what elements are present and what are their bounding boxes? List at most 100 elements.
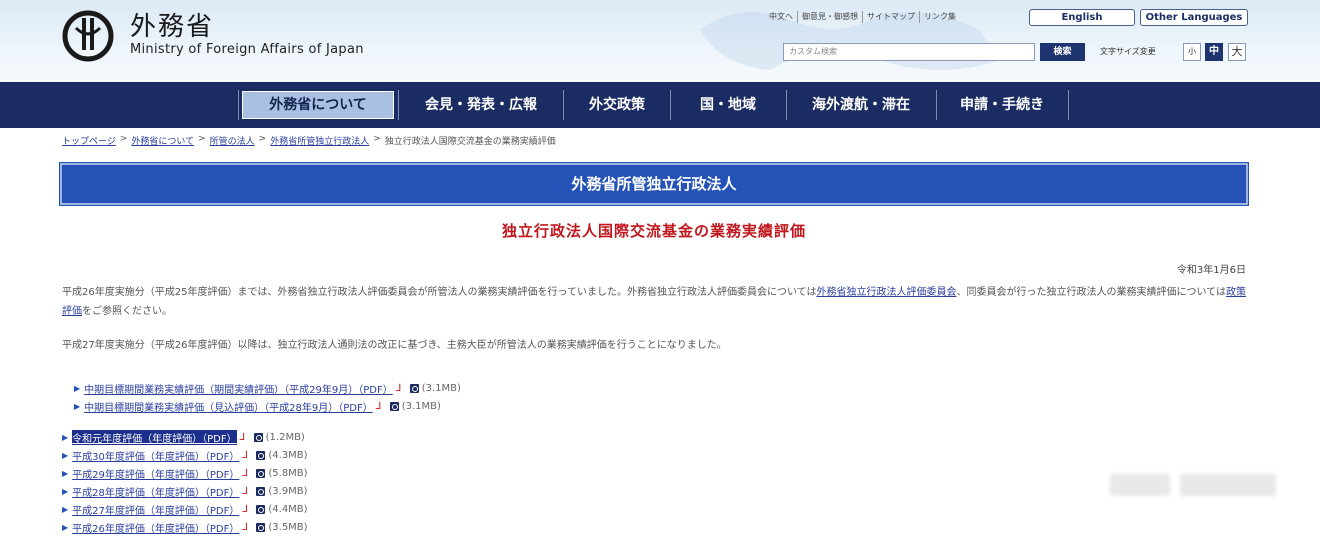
breadcrumb-separator: > (373, 134, 381, 144)
link-feedback[interactable]: 御意見・御感想 (797, 11, 862, 23)
pdf-icon: ⅃ (242, 503, 248, 515)
pdf-icon: ⅃ (242, 467, 248, 479)
english-button[interactable]: English (1029, 9, 1135, 26)
pdf-icon: ⅃ (395, 382, 402, 394)
nav-divider (936, 90, 937, 120)
bullet-icon: ▶ (62, 450, 69, 460)
breadcrumb: トップページ > 外務省について > 所管の法人 > 外務省所管独立行政法人 >… (62, 134, 556, 147)
breadcrumb-top[interactable]: トップページ (62, 134, 116, 147)
list-item: ▶ 平成30年度評価（年度評価）（PDF） ⅃ (4.3MB) (62, 446, 308, 464)
document-link[interactable]: 中期目標期間業務実績評価（期間実績評価）（平成29年9月）（PDF） (84, 381, 393, 396)
document-link[interactable]: 平成27年度評価（年度評価）（PDF） (72, 502, 239, 517)
bullet-icon: ▶ (62, 504, 69, 514)
file-size: (4.4MB) (268, 503, 308, 515)
bullet-icon: ▶ (74, 383, 81, 393)
external-window-icon (409, 383, 419, 393)
watermark-blur (1110, 474, 1170, 496)
breadcrumb-separator: > (198, 134, 206, 144)
nav-divider (670, 90, 671, 120)
global-nav: 外務省について 会見・発表・広報 外交政策 国・地域 海外渡航・滞在 申請・手続… (0, 82, 1320, 128)
nav-item-press[interactable]: 会見・発表・広報 (402, 91, 560, 119)
search-button[interactable]: 検索 (1040, 43, 1085, 61)
other-languages-button[interactable]: Other Languages (1140, 9, 1248, 26)
utility-links: 中文へ 御意見・御感想 サイトマップ リンク集 (765, 11, 960, 23)
font-large-button[interactable]: 大 (1228, 43, 1246, 61)
publish-date: 令和3年1月6日 (1176, 265, 1246, 276)
external-window-icon (389, 401, 399, 411)
file-size: (1.2MB) (265, 431, 305, 443)
search-input[interactable]: カスタム検索 (783, 43, 1035, 61)
breadcrumb-current: 独立行政法人国際交流基金の業務実績評価 (384, 137, 556, 147)
section-title-bar: 外務省所管独立行政法人 (59, 162, 1249, 206)
external-window-icon (253, 432, 263, 442)
intro-text: 平成26年度実施分（平成25年度評価）までは、外務省独立行政法人評価委員会が所管… (62, 287, 817, 298)
nav-item-policy[interactable]: 外交政策 (567, 91, 667, 119)
font-medium-button[interactable]: 中 (1205, 43, 1223, 61)
page-title: 独立行政法人国際交流基金の業務実績評価 (501, 222, 806, 240)
nav-divider (1068, 90, 1069, 120)
document-link[interactable]: 平成28年度評価（年度評価）（PDF） (72, 484, 239, 499)
file-size: (3.9MB) (268, 485, 308, 497)
committee-link[interactable]: 外務省独立行政法人評価委員会 (816, 287, 956, 298)
breadcrumb-independent-agencies[interactable]: 外務省所管独立行政法人 (270, 134, 369, 147)
nav-divider (786, 90, 787, 120)
bullet-icon: ▶ (62, 486, 69, 496)
site-header: 外務省 Ministry of Foreign Affairs of Japan… (0, 0, 1320, 82)
pdf-icon: ⅃ (242, 485, 248, 497)
file-size: (3.1MB) (401, 400, 441, 412)
annual-evaluation-list: ▶ 令和元年度評価（年度評価）（PDF） ⅃ (1.2MB) ▶ 平成30年度評… (62, 428, 308, 536)
bullet-icon: ▶ (62, 468, 69, 478)
document-link[interactable]: 平成29年度評価（年度評価）（PDF） (72, 466, 239, 481)
file-size: (3.1MB) (421, 382, 461, 394)
document-link[interactable]: 平成30年度評価（年度評価）（PDF） (72, 448, 239, 463)
page-section-title: 外務省所管独立行政法人 (571, 175, 737, 193)
breadcrumb-about[interactable]: 外務省について (131, 134, 194, 147)
mofa-emblem-icon[interactable] (62, 10, 114, 62)
nav-item-about[interactable]: 外務省について (242, 91, 394, 119)
file-size: (5.8MB) (268, 467, 308, 479)
intro-paragraph: 平成26年度実施分（平成25年度評価）までは、外務省独立行政法人評価委員会が所管… (62, 283, 1252, 321)
bullet-icon: ▶ (74, 401, 81, 411)
list-item: ▶ 中期目標期間業務実績評価（期間実績評価）（平成29年9月）（PDF） ⅃ (… (74, 379, 461, 397)
list-item: ▶ 令和元年度評価（年度評価）（PDF） ⅃ (1.2MB) (62, 428, 308, 446)
link-sitemap[interactable]: サイトマップ (862, 11, 919, 23)
link-chinese[interactable]: 中文へ (765, 11, 797, 23)
font-small-button[interactable]: 小 (1183, 43, 1201, 61)
intro-text: 、同委員会が行った独立行政法人の業務実績評価については (956, 287, 1226, 298)
breadcrumb-corporations[interactable]: 所管の法人 (210, 134, 255, 147)
file-size: (4.3MB) (268, 449, 308, 461)
link-links[interactable]: リンク集 (919, 11, 960, 23)
document-link[interactable]: 平成26年度評価（年度評価）（PDF） (72, 520, 239, 535)
pdf-icon: ⅃ (242, 521, 248, 533)
external-window-icon (256, 486, 266, 496)
list-item: ▶ 中期目標期間業務実績評価（見込評価）（平成28年9月）（PDF） ⅃ (3.… (74, 397, 461, 415)
external-window-icon (256, 504, 266, 514)
nav-item-regions[interactable]: 国・地域 (674, 91, 782, 119)
nav-item-applications[interactable]: 申請・手続き (940, 91, 1064, 119)
file-size: (3.5MB) (268, 521, 308, 533)
external-window-icon (256, 468, 266, 478)
bullet-icon: ▶ (62, 432, 69, 442)
nav-divider (238, 90, 239, 120)
revision-paragraph: 平成27年度実施分（平成26年度評価）以降は、独立行政法人通則法の改正に基づき、… (62, 340, 727, 351)
list-item: ▶ 平成29年度評価（年度評価）（PDF） ⅃ (5.8MB) (62, 464, 308, 482)
external-window-icon (256, 450, 266, 460)
breadcrumb-separator: > (119, 134, 128, 144)
logo-japanese-text[interactable]: 外務省 (130, 6, 214, 43)
watermark-blur (1180, 474, 1276, 496)
nav-item-overseas[interactable]: 海外渡航・滞在 (790, 91, 932, 119)
pdf-icon: ⅃ (239, 431, 246, 443)
pdf-icon: ⅃ (242, 449, 248, 461)
list-item: ▶ 平成27年度評価（年度評価）（PDF） ⅃ (4.4MB) (62, 500, 308, 518)
logo-english-text[interactable]: Ministry of Foreign Affairs of Japan (130, 42, 364, 57)
bullet-icon: ▶ (62, 522, 69, 532)
document-link[interactable]: 中期目標期間業務実績評価（見込評価）（平成28年9月）（PDF） (84, 399, 373, 414)
breadcrumb-separator: > (258, 134, 267, 144)
list-item: ▶ 平成28年度評価（年度評価）（PDF） ⅃ (3.9MB) (62, 482, 308, 500)
font-size-label: 文字サイズ変更 (1100, 47, 1156, 56)
external-window-icon (256, 522, 266, 532)
nav-divider (398, 90, 399, 120)
document-link[interactable]: 令和元年度評価（年度評価）（PDF） (72, 429, 237, 445)
intro-text: をご参照ください。 (82, 306, 172, 317)
nav-divider (563, 90, 564, 120)
